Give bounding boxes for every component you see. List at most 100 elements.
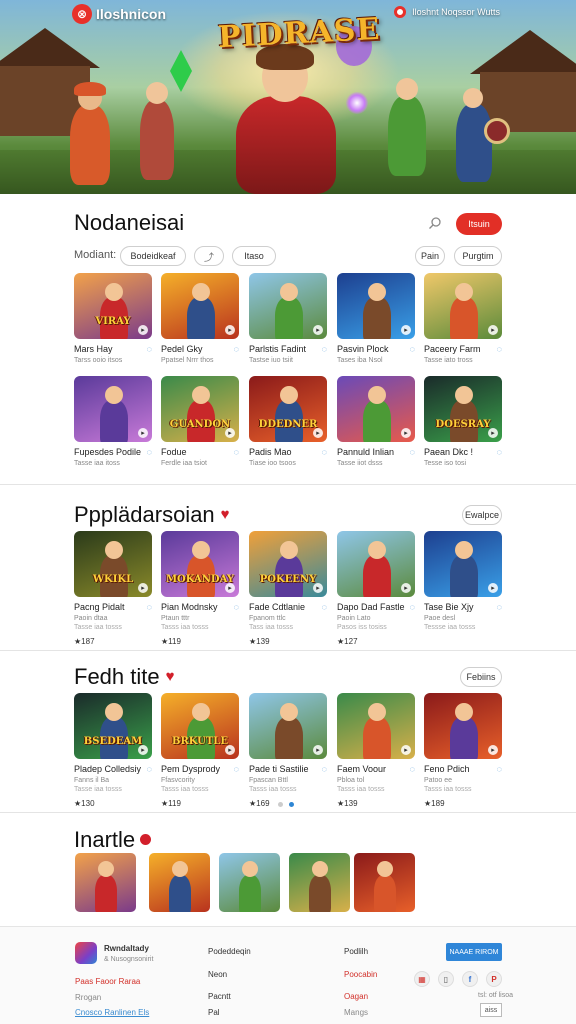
mini-game-thumbnail[interactable]	[354, 853, 415, 912]
info-icon[interactable]: ◌	[410, 764, 415, 774]
game-thumbnail[interactable]: POKEENY ▸	[249, 531, 327, 597]
game-thumbnail[interactable]: ▸	[249, 273, 327, 339]
game-thumbnail[interactable]: VIRAY ▸	[74, 273, 152, 339]
play-icon[interactable]: ▸	[225, 325, 235, 335]
play-icon[interactable]: ▸	[488, 325, 498, 335]
game-card[interactable]: MOKANDAY ▸ Pian Modnsky ◌ Ptaun tttr Tasss ia…	[161, 531, 239, 646]
game-card[interactable]: ▸ Faem Voour ◌ Pbloa tol Tasss iaa tosss ★139	[337, 693, 415, 808]
play-icon[interactable]: ▸	[401, 583, 411, 593]
game-thumbnail[interactable]: ▸	[424, 273, 502, 339]
game-thumbnail[interactable]: ▸	[424, 531, 502, 597]
play-icon[interactable]: ▸	[313, 325, 323, 335]
info-icon[interactable]: ◌	[147, 764, 152, 774]
section3-pill[interactable]: Febiins	[460, 667, 502, 687]
game-card[interactable]: GUANDON ▸ Fodue ◌ Ferdle iaa tsiot	[161, 376, 239, 467]
game-card[interactable]: ▸ Fupesdes Podile ◌ Tasse iaa itoss	[74, 376, 152, 467]
game-thumbnail[interactable]: ▸	[337, 376, 415, 442]
game-card[interactable]: ▸ Dapo Dad Fastle ◌ Paoin Lato Pasos iss tos…	[337, 531, 415, 646]
play-icon[interactable]: ▸	[401, 428, 411, 438]
play-icon[interactable]: ▸	[138, 745, 148, 755]
info-icon[interactable]: ◌	[322, 764, 327, 774]
info-icon[interactable]: ◌	[322, 344, 327, 354]
play-icon[interactable]: ▸	[225, 745, 235, 755]
footer-col2-item[interactable]: Pal	[208, 1008, 220, 1017]
game-card[interactable]: WKIKL ▸ Pacng Pidalt ◌ Paoin dtaa Tasse iaa t…	[74, 531, 152, 646]
game-card[interactable]: POKEENY ▸ Fade Cdtlanie ◌ Fpanom ttlc Tass ia…	[249, 531, 327, 646]
filter-pill-3[interactable]: Pain	[415, 246, 445, 266]
facebook-icon[interactable]: f	[462, 971, 478, 987]
mini-game-thumbnail[interactable]	[75, 853, 136, 912]
game-thumbnail[interactable]: ▸	[337, 531, 415, 597]
info-icon[interactable]: ◌	[234, 764, 239, 774]
game-card[interactable]: ▸ Pannuld Inlian ◌ Tasse iiot dsss	[337, 376, 415, 467]
play-icon[interactable]: ▸	[313, 583, 323, 593]
footer-cta-button[interactable]: NAAAE RIROM	[446, 943, 502, 961]
footer-link-gray[interactable]: Rrogan	[75, 993, 101, 1002]
filter-pill-1[interactable]: Bodeidkeaf	[120, 246, 186, 266]
game-thumbnail[interactable]: BSEDEAM ▸	[74, 693, 152, 759]
footer-link-blue[interactable]: Cnosco Ranlinen Els	[75, 1008, 149, 1017]
play-icon[interactable]: ▸	[313, 428, 323, 438]
game-card[interactable]: ▸ Feno Pdich ◌ Patoo ee Tasss iaa tosss ★189	[424, 693, 502, 808]
mini-game-thumbnail[interactable]	[219, 853, 280, 912]
info-icon[interactable]: ◌	[410, 447, 415, 457]
info-icon[interactable]: ◌	[497, 764, 502, 774]
info-icon[interactable]: ◌	[410, 602, 415, 612]
game-card[interactable]: DOESRAY ▸ Paean Dkc ! ◌ Tesse iso tosi	[424, 376, 502, 467]
pinterest-icon[interactable]: P	[486, 971, 502, 987]
play-icon[interactable]: ▸	[225, 583, 235, 593]
game-card[interactable]: BRKUTLE ▸ Pem Dysprody ◌ Ffasvcority Tasss ia…	[161, 693, 239, 808]
play-icon[interactable]: ▸	[488, 428, 498, 438]
info-icon[interactable]: ◌	[410, 344, 415, 354]
mini-game-thumbnail[interactable]	[289, 853, 350, 912]
filter-pill-2[interactable]: Itaso	[232, 246, 276, 266]
game-card[interactable]: ▸ Pedel Gky ◌ Ppatsel Nrrr thos	[161, 273, 239, 364]
game-card[interactable]: DDEDNER ▸ Padis Mao ◌ Tiase ioo tsoos	[249, 376, 327, 467]
game-thumbnail[interactable]: ▸	[161, 273, 239, 339]
info-icon[interactable]: ◌	[147, 447, 152, 457]
game-card[interactable]: ▸ Tase Bie Xjy ◌ Paoe desl Tessse iaa tosss	[424, 531, 502, 631]
info-icon[interactable]: ◌	[497, 447, 502, 457]
info-icon[interactable]: ◌	[147, 344, 152, 354]
game-card[interactable]: ▸ Paceery Farm ◌ Tasse iato tross	[424, 273, 502, 364]
info-icon[interactable]: ◌	[322, 602, 327, 612]
footer-col2-item[interactable]: Pacntt	[208, 992, 231, 1001]
app-logo[interactable]: ⊗ Iloshnicon	[72, 4, 166, 24]
game-thumbnail[interactable]: DOESRAY ▸	[424, 376, 502, 442]
footer-col2-item[interactable]: Neon	[208, 970, 227, 979]
game-card[interactable]: VIRAY ▸ Mars Hay ◌ Tarss ooio itsos	[74, 273, 152, 364]
game-thumbnail[interactable]: DDEDNER ▸	[249, 376, 327, 442]
info-icon[interactable]: ◌	[234, 602, 239, 612]
play-icon[interactable]: ▸	[401, 745, 411, 755]
game-card[interactable]: ▸ Pasvin Plock ◌ Tases iba Nsol	[337, 273, 415, 364]
info-icon[interactable]: ◌	[322, 447, 327, 457]
game-thumbnail[interactable]: GUANDON ▸	[161, 376, 239, 442]
game-card[interactable]: BSEDEAM ▸ Pladep Colledsiy ◌ Fanns il Ba Tass…	[74, 693, 152, 808]
footer-link-red[interactable]: Paas Faoor Raraa	[75, 977, 140, 986]
play-icon[interactable]: ▸	[488, 583, 498, 593]
game-card[interactable]: ▸ Pade ti Sastilie ◌ Fpascan Bttl Tasss iaa …	[249, 693, 327, 808]
grid-icon[interactable]: ▦	[414, 971, 430, 987]
play-icon[interactable]: ▸	[138, 428, 148, 438]
footer-col2-item[interactable]: Podeddeqin	[208, 947, 251, 956]
mini-game-thumbnail[interactable]	[149, 853, 210, 912]
info-icon[interactable]: ◌	[497, 602, 502, 612]
primary-action-button[interactable]: Itsuin	[456, 213, 502, 235]
play-icon[interactable]: ▸	[138, 583, 148, 593]
footer-col3-item[interactable]: Poocabin	[344, 970, 377, 979]
game-thumbnail[interactable]: ▸	[337, 273, 415, 339]
info-icon[interactable]: ◌	[234, 344, 239, 354]
filter-pill-icon[interactable]: ⤴	[194, 246, 224, 266]
info-icon[interactable]: ◌	[234, 447, 239, 457]
hero-top-right[interactable]: Iloshnt Noqssor Wutts	[394, 6, 500, 18]
game-thumbnail[interactable]: ▸	[74, 376, 152, 442]
game-thumbnail[interactable]: WKIKL ▸	[74, 531, 152, 597]
play-icon[interactable]: ▸	[313, 745, 323, 755]
info-icon[interactable]: ◌	[497, 344, 502, 354]
play-icon[interactable]: ▸	[225, 428, 235, 438]
game-thumbnail[interactable]: ▸	[424, 693, 502, 759]
game-thumbnail[interactable]: MOKANDAY ▸	[161, 531, 239, 597]
play-icon[interactable]: ▸	[488, 745, 498, 755]
carousel-dot[interactable]	[278, 802, 283, 807]
footer-col3-item[interactable]: Oagan	[344, 992, 368, 1001]
